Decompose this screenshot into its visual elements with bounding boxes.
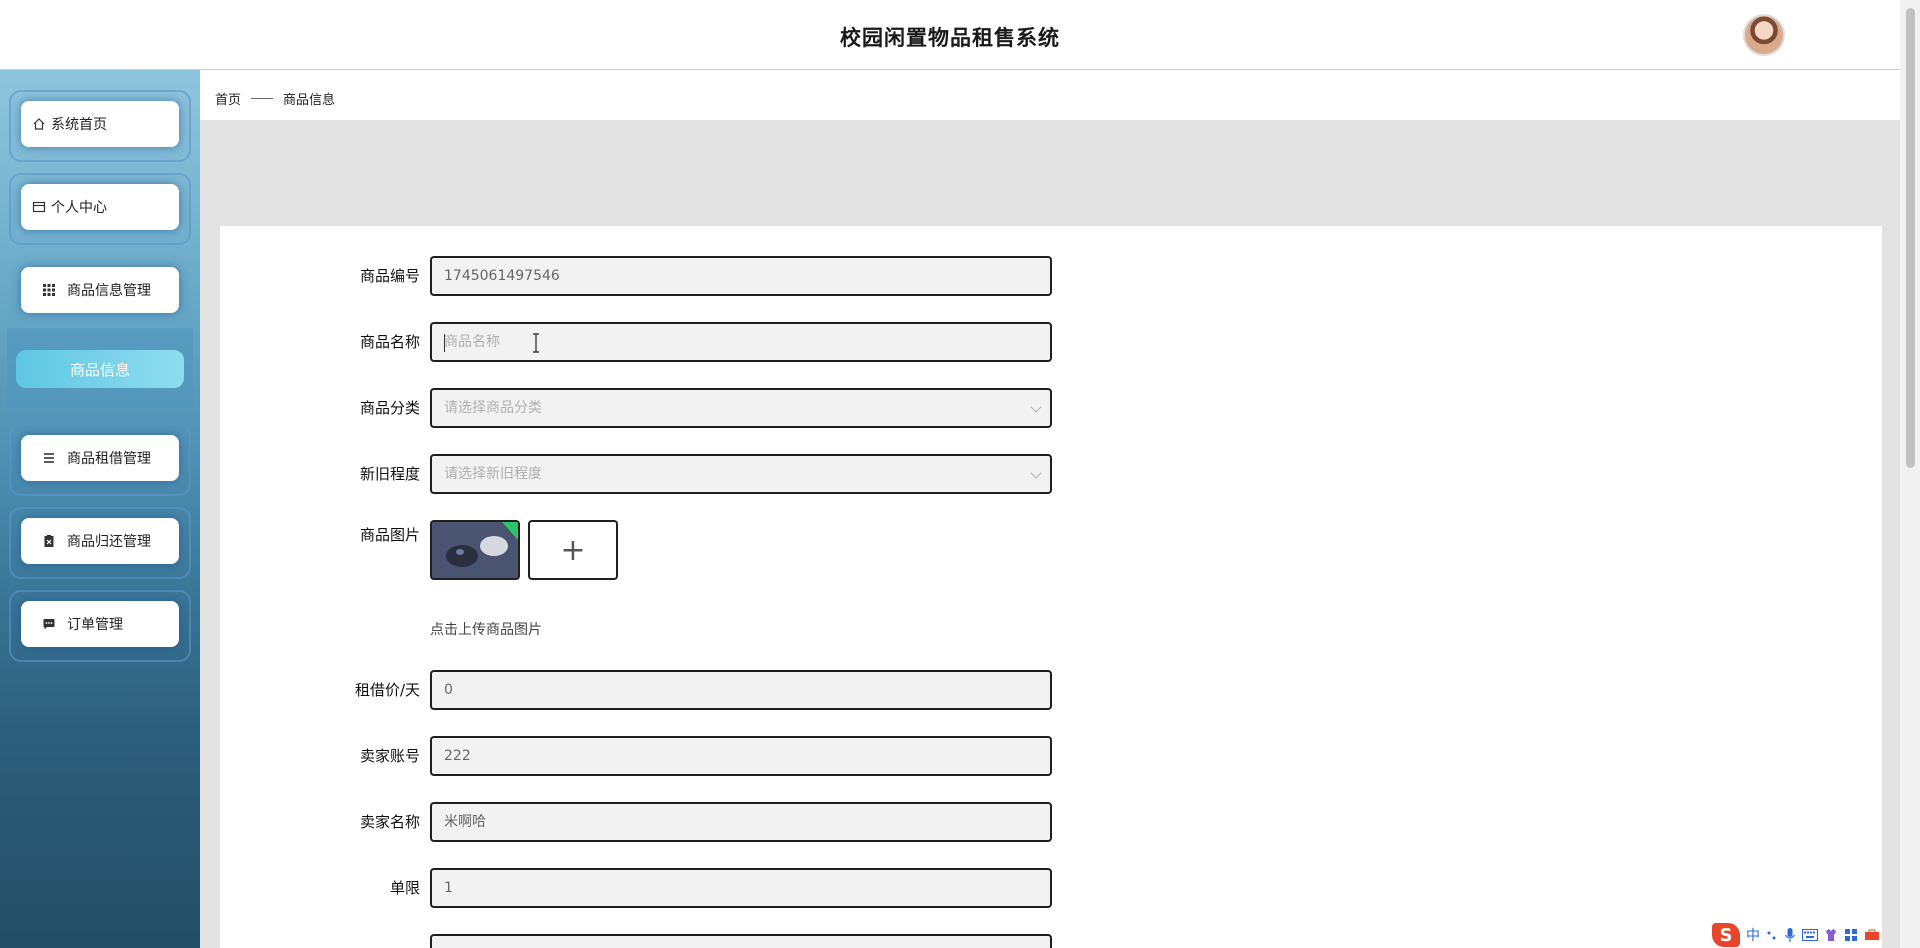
rent-price-input[interactable]: 0: [430, 670, 1052, 710]
microphone-icon[interactable]: [1784, 927, 1796, 943]
seller-name-input[interactable]: 米啊哈: [430, 802, 1052, 842]
next-input[interactable]: [430, 934, 1052, 948]
sidebar: 系统首页 个人中心 商品信息管理 商品信息 商品租借管理 商品归还管理 订单管理: [0, 70, 200, 948]
sidebar-item-order-manage[interactable]: 订单管理: [21, 601, 179, 647]
form-label: 卖家账号: [359, 747, 420, 765]
chevron-down-icon: [1030, 401, 1042, 413]
goods-id-input[interactable]: 1745061497546: [430, 256, 1052, 296]
form-row-goods-id: 商品编号 1745061497546: [220, 256, 1220, 296]
upload-hint: 点击上传商品图片: [430, 622, 542, 638]
sidebar-item-goods-info-manage[interactable]: 商品信息管理: [21, 267, 179, 313]
home-icon: [31, 116, 47, 132]
scrollbar-thumb[interactable]: [1906, 8, 1915, 468]
form-row-seller-account: 卖家账号 222: [220, 736, 1220, 776]
breadcrumb-separator: [251, 98, 274, 99]
form-row-next: [220, 934, 1220, 948]
goods-image-thumbnail[interactable]: [430, 520, 520, 580]
sidebar-subitem-label: 商品信息: [69, 360, 130, 379]
text-caret: [444, 334, 445, 352]
vertical-scrollbar[interactable]: [1900, 0, 1920, 948]
form-label: 新旧程度: [359, 465, 420, 483]
sidebar-item-label: 订单管理: [67, 617, 123, 633]
form-row-rent-price: 租借价/天 0: [220, 670, 1220, 710]
upload-add-button[interactable]: +: [528, 520, 618, 580]
form-label: 租借价/天: [354, 681, 420, 699]
message-icon: [41, 616, 57, 632]
form-row-condition: 新旧程度 请选择新旧程度: [220, 454, 1220, 494]
toolbox-icon[interactable]: [1864, 929, 1880, 941]
ime-mode[interactable]: 中: [1746, 925, 1760, 945]
condition-select[interactable]: 请选择新旧程度: [430, 454, 1052, 494]
form-panel: 商品编号 1745061497546 商品名称 商品名称 商品分类 请选择商品分…: [220, 226, 1882, 948]
form-row-goods-image: 商品图片 + 点击上传商品图片: [220, 520, 1220, 650]
sidebar-item-home[interactable]: 系统首页: [21, 101, 179, 147]
sidebar-item-rent-manage[interactable]: 商品租借管理: [21, 435, 179, 481]
sidebar-item-label: 个人中心: [51, 200, 107, 216]
top-header: 校园闲置物品租售系统: [0, 0, 1900, 70]
skin-icon[interactable]: [1824, 928, 1838, 942]
goods-category-placeholder: 请选择商品分类: [444, 400, 542, 416]
mouse-photo-icon: [432, 522, 518, 578]
ime-toolbar: S 中: [1712, 922, 1880, 948]
sidebar-item-label: 商品租借管理: [67, 451, 151, 467]
keyboard-icon[interactable]: [1802, 929, 1818, 941]
sidebar-subitem-goods-info[interactable]: 商品信息: [16, 350, 184, 388]
goods-name-input[interactable]: 商品名称: [430, 322, 1052, 362]
goods-name-placeholder: 商品名称: [444, 334, 500, 350]
clipboard-icon: [41, 533, 57, 549]
breadcrumb-current: 商品信息: [283, 93, 336, 108]
form-label: 商品图片: [359, 526, 420, 544]
ibeam-cursor-icon: [533, 333, 539, 353]
sidebar-item-label: 商品归还管理: [67, 534, 151, 550]
chevron-down-icon: [1030, 467, 1042, 479]
user-avatar[interactable]: [1743, 14, 1785, 56]
sidebar-item-label: 系统首页: [51, 117, 107, 133]
sidebar-item-profile[interactable]: 个人中心: [21, 184, 179, 230]
breadcrumb: 首页 商品信息: [215, 89, 335, 108]
form-row-goods-name: 商品名称 商品名称: [220, 322, 1220, 362]
grid-icon: [41, 282, 57, 298]
apps-grid-icon[interactable]: [1844, 928, 1858, 942]
limit-input[interactable]: 1: [430, 868, 1052, 908]
breadcrumb-home[interactable]: 首页: [215, 89, 241, 108]
form-label: 卖家名称: [359, 813, 420, 831]
punctuation-icon[interactable]: [1766, 929, 1778, 941]
form-row-limit: 单限 1: [220, 868, 1220, 908]
goods-category-select[interactable]: 请选择商品分类: [430, 388, 1052, 428]
list-icon: [41, 450, 57, 466]
sidebar-item-return-manage[interactable]: 商品归还管理: [21, 518, 179, 564]
condition-placeholder: 请选择新旧程度: [444, 466, 542, 482]
card-icon: [31, 199, 47, 215]
form-label: 商品分类: [359, 399, 420, 417]
form-row-goods-category: 商品分类 请选择商品分类: [220, 388, 1220, 428]
form-label: 商品编号: [359, 267, 420, 285]
form-label: 单限: [389, 879, 420, 897]
sidebar-item-label: 商品信息管理: [67, 283, 151, 299]
seller-account-input[interactable]: 222: [430, 736, 1052, 776]
form-row-seller-name: 卖家名称 米啊哈: [220, 802, 1220, 842]
form-label: 商品名称: [359, 333, 420, 351]
app-title: 校园闲置物品租售系统: [840, 26, 1060, 50]
ime-logo-icon[interactable]: S: [1712, 923, 1740, 947]
